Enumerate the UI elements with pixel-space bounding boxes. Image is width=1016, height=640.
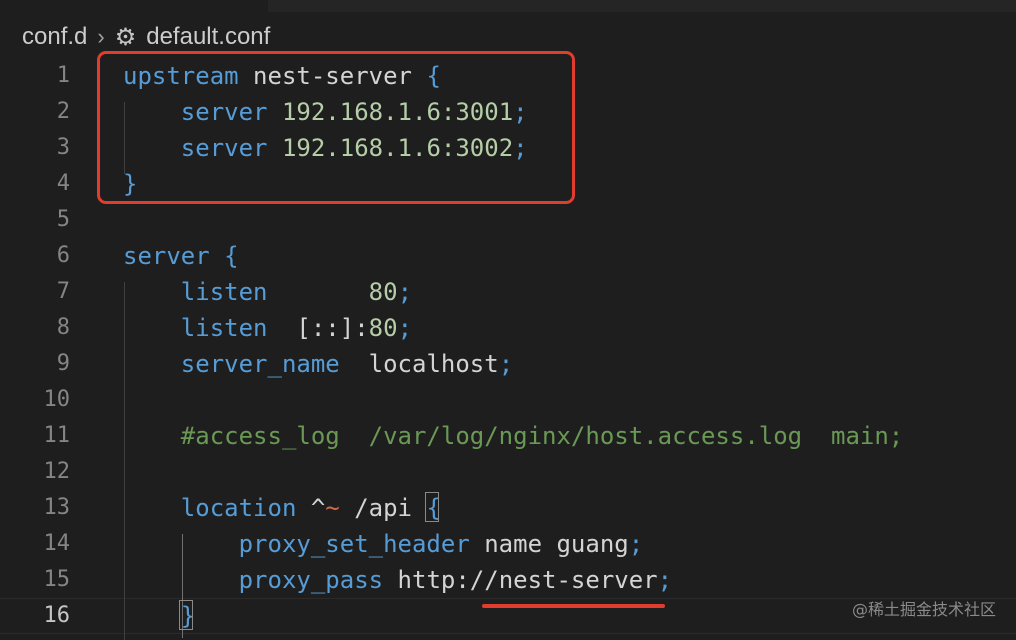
code-line[interactable]: 11 #access_log /var/log/nginx/host.acces… xyxy=(0,418,1016,454)
code-line[interactable]: 5 xyxy=(0,202,1016,238)
watermark: @稀土掘金技术社区 xyxy=(851,600,996,619)
code-line[interactable]: 7 listen 80; xyxy=(0,274,1016,310)
code-line[interactable]: 14 proxy_set_header name guang; xyxy=(0,526,1016,562)
line-number: 1 xyxy=(56,63,70,88)
code-text[interactable]: listen 80; xyxy=(123,274,412,310)
code-text[interactable]: listen [::]:80; xyxy=(123,310,412,346)
highlight-box xyxy=(97,51,575,204)
code-text[interactable]: #access_log /var/log/nginx/host.access.l… xyxy=(123,418,903,454)
code-text[interactable]: server_name localhost; xyxy=(123,346,513,382)
line-number: 8 xyxy=(56,315,70,340)
line-number: 9 xyxy=(56,351,70,376)
bracket-match-open xyxy=(425,492,439,522)
code-line[interactable]: 13 location ^~ /api { xyxy=(0,490,1016,526)
breadcrumb-folder[interactable]: conf.d xyxy=(22,23,87,51)
gear-icon: ⚙ xyxy=(114,23,137,51)
line-number: 11 xyxy=(43,423,71,448)
code-line[interactable]: 6 server { xyxy=(0,238,1016,274)
line-number: 12 xyxy=(43,459,71,484)
code-line[interactable]: 8 listen [::]:80; xyxy=(0,310,1016,346)
breadcrumb: conf.d › ⚙ default.conf xyxy=(22,22,270,52)
breadcrumb-file[interactable]: default.conf xyxy=(146,23,270,51)
tab-bar xyxy=(0,0,1016,12)
highlight-underline xyxy=(482,604,665,608)
code-text[interactable]: proxy_set_header name guang; xyxy=(123,526,644,562)
line-number: 2 xyxy=(56,99,70,124)
line-number: 14 xyxy=(43,531,71,556)
code-text[interactable]: server { xyxy=(123,238,239,274)
code-line[interactable]: 10 xyxy=(0,382,1016,418)
bracket-match-close xyxy=(179,600,193,630)
code-text[interactable]: proxy_pass http://nest-server; xyxy=(123,562,673,598)
line-number: 10 xyxy=(43,387,71,412)
line-number: 5 xyxy=(56,207,70,232)
line-number: 4 xyxy=(56,171,70,196)
line-number: 13 xyxy=(43,495,71,520)
code-text[interactable]: location ^~ /api { xyxy=(123,490,441,526)
code-line[interactable]: 12 xyxy=(0,454,1016,490)
active-tab[interactable] xyxy=(0,0,268,12)
chevron-right-icon: › xyxy=(97,24,105,49)
line-number: 16 xyxy=(43,603,71,628)
line-number: 7 xyxy=(56,279,70,304)
code-line[interactable]: 15 proxy_pass http://nest-server; xyxy=(0,562,1016,598)
line-number: 6 xyxy=(56,243,70,268)
code-line[interactable]: 9 server_name localhost; xyxy=(0,346,1016,382)
line-number: 3 xyxy=(56,135,70,160)
line-number: 15 xyxy=(43,567,71,592)
